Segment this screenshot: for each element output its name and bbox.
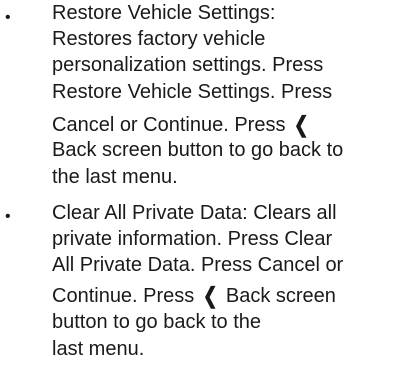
back-chevron-icon: ❮ [202, 283, 218, 308]
item-text-line: Continue. Press ❮ Back screen [52, 283, 336, 308]
item-text-line: Clear All Private Data: Clears all [52, 202, 337, 224]
item-text-line: Restore Vehicle Settings. Press [52, 81, 333, 103]
item-text-line: Restore Vehicle Settings: [52, 2, 276, 24]
item-text-line: button to go back to the [52, 311, 262, 333]
item-text-line: All Private Data. Press Cancel or [52, 254, 344, 276]
item-text-line: the last menu. [52, 166, 178, 188]
item-text-segment: Cancel or Continue. Press [52, 114, 286, 136]
item-text-line: private information. Press Clear [52, 228, 333, 250]
item-text-line: Restores factory vehicle [52, 28, 266, 50]
item-text-line: last menu. [52, 338, 145, 360]
back-chevron-icon: ❮ [293, 112, 309, 137]
item-text-segment: Continue. Press [52, 285, 195, 307]
item-text-segment: Back screen [225, 285, 336, 307]
bullet-icon: • [5, 208, 11, 225]
bullet-icon: • [5, 9, 11, 26]
item-text-line: Cancel or Continue. Press ❮ [52, 112, 311, 137]
item-text-line: personalization settings. Press [52, 54, 324, 76]
item-text-line: Back screen button to go back to [52, 139, 344, 161]
